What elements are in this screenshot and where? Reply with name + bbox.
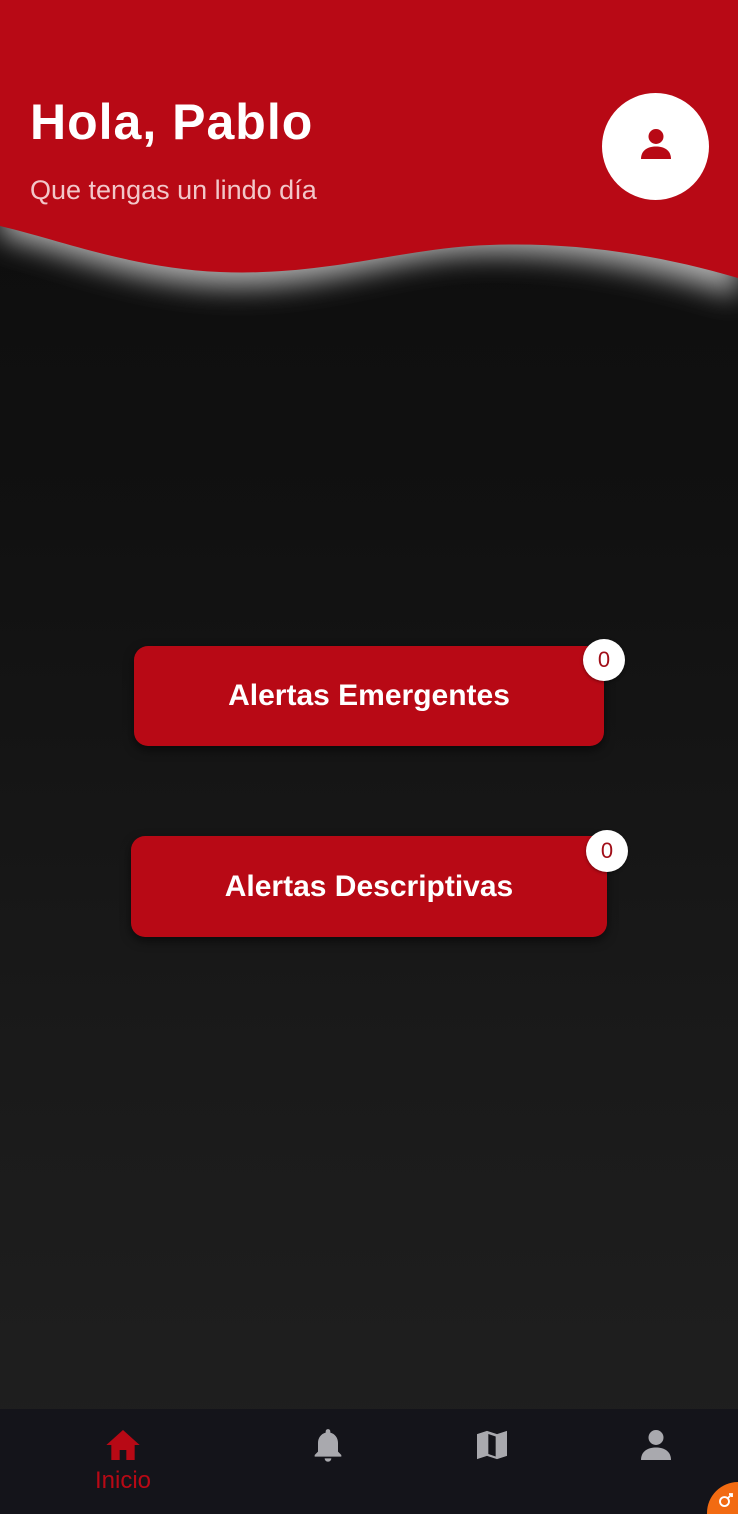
home-icon [103, 1425, 143, 1465]
descriptive-alerts-count-badge: 0 [586, 830, 628, 872]
emergent-alerts-count-badge: 0 [583, 639, 625, 681]
person-icon [636, 1425, 676, 1465]
map-icon [472, 1425, 512, 1465]
greeting-title: Hola, Pablo [30, 94, 314, 150]
nav-item-home-label: Inicio [94, 1467, 152, 1494]
nav-item-alerts[interactable] [288, 1409, 368, 1514]
emergent-alerts-button[interactable]: Alertas Emergentes [134, 646, 604, 746]
descriptive-alerts-label: Alertas Descriptivas [224, 869, 514, 903]
greeting-subtitle: Que tengas un lindo día [30, 175, 317, 205]
nav-item-home[interactable]: Inicio [73, 1409, 173, 1514]
descriptive-alerts-button[interactable]: Alertas Descriptivas [131, 836, 607, 937]
bottom-navigation: Inicio [0, 1409, 738, 1514]
bell-icon [308, 1425, 348, 1465]
nav-item-map[interactable] [452, 1409, 532, 1514]
link-icon [719, 1493, 733, 1507]
home-screen: Hola, Pablo Que tengas un lindo día Aler… [0, 0, 738, 1514]
emergent-alerts-label: Alertas Emergentes [228, 679, 510, 712]
nav-item-profile[interactable] [616, 1409, 696, 1514]
profile-avatar-button[interactable] [602, 93, 709, 200]
person-icon [636, 124, 676, 169]
